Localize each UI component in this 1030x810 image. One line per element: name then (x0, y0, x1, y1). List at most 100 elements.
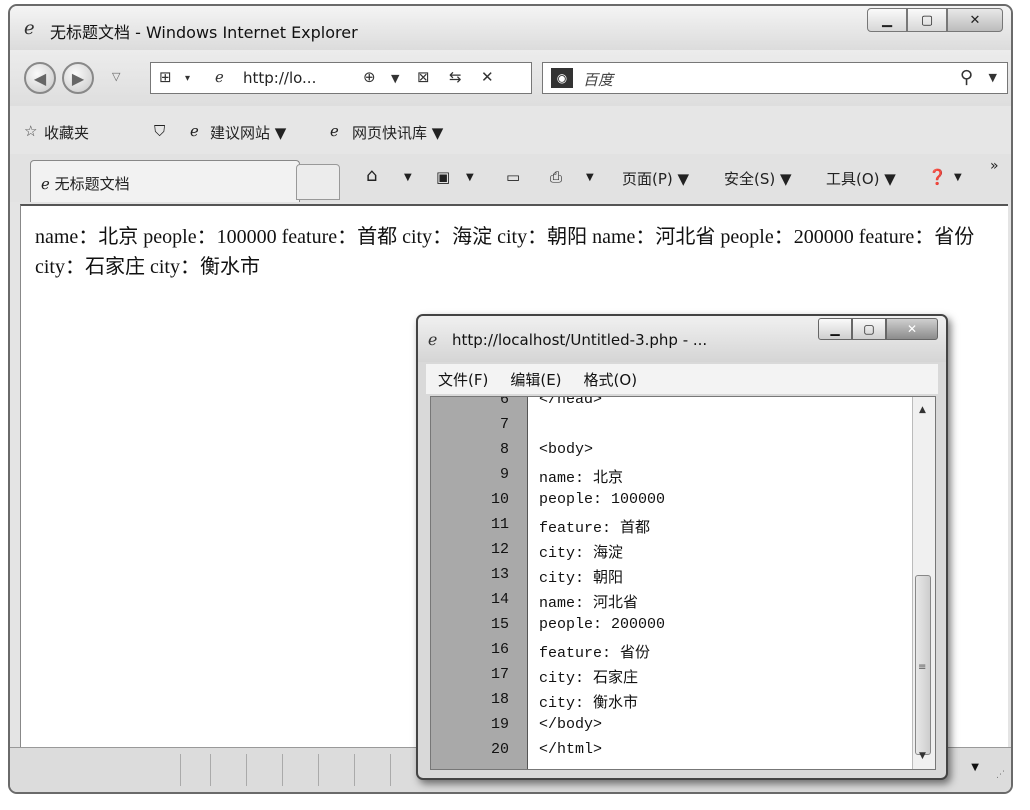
source-maximize-button[interactable]: ▢ (852, 318, 886, 340)
menu-file[interactable]: 文件(F) (438, 369, 488, 390)
minimize-icon: ▁ (882, 12, 892, 28)
back-arrow-icon: ◀ (33, 68, 47, 88)
search-box[interactable]: ◉ 百度 ⚲ ▼ (542, 62, 1008, 94)
address-input[interactable]: http://lo... (243, 69, 316, 87)
print-icon[interactable]: ⎙ (550, 168, 562, 186)
search-icon[interactable]: ⚲ (960, 67, 973, 88)
source-code-area[interactable]: 6 7 8 9 10 11 12 13 14 15 16 17 18 19 20… (430, 396, 936, 770)
chevron-down-icon[interactable]: ▼ (466, 172, 474, 183)
page-icon: ℯ (190, 122, 199, 140)
page-menu[interactable]: 页面(P) ▼ (622, 168, 689, 189)
chevron-more-icon[interactable]: » (990, 158, 999, 174)
chevron-down-icon[interactable]: ▾ (185, 73, 190, 84)
home-icon[interactable]: ⌂ (366, 165, 377, 186)
back-button[interactable]: ◀ (24, 62, 56, 94)
scroll-up-icon[interactable]: ▲ (919, 405, 926, 415)
status-divider (210, 754, 211, 786)
read-mail-icon[interactable]: ▭ (506, 168, 520, 186)
tab-label: ℯ 无标题文档 (41, 175, 130, 193)
minimize-button[interactable]: ▁ (867, 8, 907, 32)
star-icon[interactable]: ☆ (24, 122, 37, 140)
safety-menu[interactable]: 安全(S) ▼ (724, 168, 792, 189)
search-input[interactable]: 百度 (583, 69, 613, 90)
address-bar[interactable]: ⊞ ▾ ℯ http://lo... ⊕ ▼ ⊠ ⇆ ✕ (150, 62, 532, 94)
line-number: 10 (490, 491, 509, 508)
title-bar: ℯ 无标题文档 - Windows Internet Explorer ▁ ▢ … (10, 6, 1011, 50)
line-number: 7 (499, 416, 509, 433)
tab-bar: ℯ 无标题文档 ⌂ ▼ ▣ ▼ ▭ ⎙ ▼ 页面(P) ▼ 安全(S) ▼ 工具… (10, 154, 1011, 202)
close-icon: ✕ (969, 12, 981, 28)
tools-menu[interactable]: 工具(O) ▼ (826, 168, 896, 189)
chevron-down-icon[interactable]: ▼ (391, 72, 399, 85)
minimize-icon: ▁ (830, 322, 840, 336)
line-number: 17 (490, 666, 509, 683)
ie-logo-icon: ℯ (41, 175, 55, 193)
code-line: </head> (539, 396, 603, 408)
menu-format[interactable]: 格式(O) (584, 369, 638, 390)
ie-logo-icon: ℯ (24, 18, 35, 39)
add-favorite-icon[interactable]: ⊞ (159, 68, 172, 86)
page-icon: ℯ (330, 122, 339, 140)
source-window-title: http://localhost/Untitled-3.php - ... (452, 331, 708, 349)
code-line: people: 200000 (539, 616, 666, 633)
chevron-down-icon[interactable]: ▼ (989, 71, 997, 84)
line-number: 14 (490, 591, 509, 608)
window-controls: ▁ ▢ ✕ (867, 8, 1003, 32)
line-number: 15 (490, 616, 509, 633)
window-title: 无标题文档 - Windows Internet Explorer (50, 23, 358, 42)
line-number: 18 (490, 691, 509, 708)
close-button[interactable]: ✕ (947, 8, 1003, 32)
ie-logo-icon: ℯ (428, 330, 438, 349)
line-number: 11 (490, 516, 509, 533)
maximize-icon: ▢ (920, 12, 934, 28)
compat-icon[interactable]: ⊕ (363, 68, 376, 86)
code-line: name: 北京 (539, 470, 624, 487)
source-close-button[interactable]: ✕ (886, 318, 938, 340)
code-line: city: 衡水市 (539, 695, 639, 712)
chevron-down-icon[interactable]: ▼ (404, 172, 412, 183)
history-dropdown-icon[interactable]: ▽ (112, 70, 120, 83)
vertical-scrollbar[interactable]: ▲ ≡ ▼ (912, 397, 935, 769)
fav-link-suggested[interactable]: 建议网站 ▼ (210, 122, 286, 143)
menu-edit[interactable]: 编辑(E) (510, 369, 561, 390)
forward-button[interactable]: ▶ (62, 62, 94, 94)
line-number: 19 (490, 716, 509, 733)
rss-feed-icon[interactable]: ▣ (436, 168, 450, 186)
maximize-button[interactable]: ▢ (907, 8, 947, 32)
fav-link-webslice[interactable]: 网页快讯库 ▼ (352, 122, 443, 143)
page-output-text: name：北京 people：100000 feature：首都 city：海淀… (35, 226, 975, 278)
refresh-icon[interactable]: ⇆ (449, 68, 462, 86)
rss-feed-icon[interactable]: ⊠ (417, 68, 430, 86)
maximize-icon: ▢ (863, 322, 875, 336)
status-divider (180, 754, 181, 786)
code-line: <body> (539, 441, 594, 458)
stop-icon[interactable]: ✕ (481, 68, 494, 86)
source-minimize-button[interactable]: ▁ (818, 318, 852, 340)
favorites-button[interactable]: 收藏夹 (44, 122, 89, 143)
status-divider (390, 754, 391, 786)
chevron-down-icon[interactable]: ▼ (954, 172, 962, 183)
source-window-controls: ▁ ▢ ✕ (818, 318, 938, 340)
code-line: </html> (539, 741, 603, 758)
code-line: city: 朝阳 (539, 570, 624, 587)
new-tab-button[interactable] (296, 164, 340, 200)
status-divider (318, 754, 319, 786)
tab-active[interactable]: ℯ 无标题文档 (30, 160, 300, 202)
line-number: 12 (490, 541, 509, 558)
source-title-bar: ℯ http://localhost/Untitled-3.php - ... … (418, 316, 946, 362)
resize-grip-icon[interactable]: ⋰ (996, 770, 1005, 780)
code-line: people: 100000 (539, 491, 666, 508)
line-number: 6 (499, 396, 509, 408)
status-divider (246, 754, 247, 786)
status-divider (354, 754, 355, 786)
favorites-bar: ☆ 收藏夹 ⛉ ℯ 建议网站 ▼ ℯ 网页快讯库 ▼ (10, 106, 1011, 158)
add-to-favorites-icon[interactable]: ⛉ (154, 122, 165, 140)
code-line: city: 海淀 (539, 545, 624, 562)
help-icon[interactable]: ❓ (928, 168, 947, 186)
scroll-thumb[interactable]: ≡ (915, 575, 931, 755)
code-line: name: 河北省 (539, 595, 639, 612)
scroll-down-icon[interactable]: ▼ (919, 751, 926, 761)
zoom-dropdown-icon[interactable]: ▼ (971, 762, 979, 773)
line-number: 16 (490, 641, 509, 658)
chevron-down-icon[interactable]: ▼ (586, 172, 594, 183)
